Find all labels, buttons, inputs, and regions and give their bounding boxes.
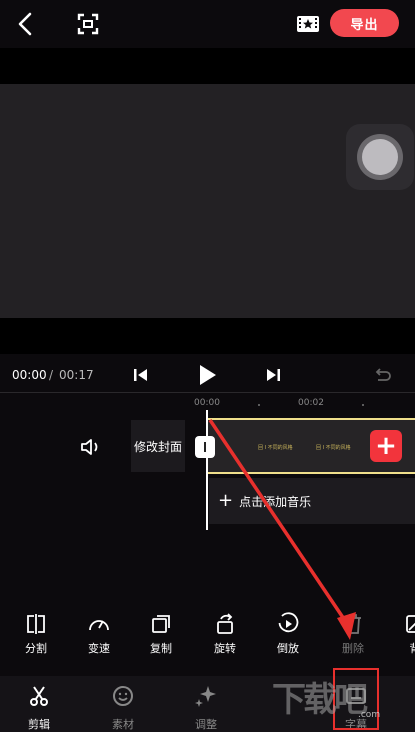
- sticker-icon: [113, 686, 133, 706]
- copy-icon: [152, 615, 170, 633]
- split-icon: [27, 614, 45, 634]
- clip-frame-text: 回 I 不同的风格: [258, 445, 293, 451]
- skip-forward-icon[interactable]: [262, 364, 284, 386]
- undo-icon[interactable]: [372, 364, 394, 386]
- reverse-icon: [278, 612, 299, 633]
- speed-icon: [89, 620, 109, 631]
- copy-button[interactable]: 复制: [136, 612, 186, 660]
- tab-adjust[interactable]: 调整: [181, 684, 231, 731]
- add-clip-button[interactable]: +: [370, 430, 402, 462]
- tab-material[interactable]: 素材: [98, 684, 148, 731]
- tool-label: 复制: [150, 642, 172, 655]
- watermark-domain: .com: [358, 710, 381, 720]
- delete-icon: [345, 614, 361, 634]
- video-preview[interactable]: [0, 84, 415, 318]
- ruler-tick-label: 00:02: [298, 398, 324, 408]
- trim-handle[interactable]: [195, 436, 215, 458]
- tab-label: 素材: [112, 718, 134, 731]
- time-separator: /: [49, 368, 54, 382]
- tool-label: 旋转: [214, 642, 236, 655]
- assistive-touch-button[interactable]: [346, 124, 414, 190]
- current-time: 00:00: [12, 368, 47, 382]
- rotate-button[interactable]: 旋转: [200, 612, 250, 660]
- reverse-button[interactable]: 倒放: [263, 612, 313, 660]
- ruler-dot: [362, 404, 364, 406]
- add-music-label: 点击添加音乐: [239, 494, 312, 509]
- tool-label: 分割: [25, 642, 47, 655]
- sparkle-icon: [195, 686, 216, 707]
- divider: [0, 392, 415, 393]
- skip-back-icon[interactable]: [130, 364, 152, 386]
- ruler-tick-label: 00:00: [194, 398, 220, 408]
- tab-label: 剪辑: [28, 718, 50, 731]
- tab-edit[interactable]: 剪辑: [14, 684, 64, 731]
- preview-letterbox-bottom: [0, 318, 415, 354]
- clip-frame-text: 回 I 不同的风格: [316, 445, 351, 451]
- edit-cover-button[interactable]: 修改封面: [131, 420, 185, 472]
- ruler-dot: [258, 404, 260, 406]
- speed-button[interactable]: 变速: [74, 612, 124, 660]
- add-music-track[interactable]: + 点击添加音乐: [209, 478, 415, 524]
- plus-icon: +: [218, 490, 234, 511]
- film-star-icon[interactable]: [292, 8, 324, 40]
- background-icon: [406, 615, 415, 633]
- delete-button[interactable]: 删除: [328, 612, 378, 660]
- watermark-logo: 下载吧: [272, 680, 368, 720]
- fullscreen-icon[interactable]: [72, 8, 104, 40]
- split-button[interactable]: 分割: [11, 612, 61, 660]
- tab-label: 调整: [195, 718, 217, 731]
- tool-label: 删除: [342, 642, 364, 655]
- scissors-icon: [30, 686, 48, 706]
- export-button[interactable]: 导出: [330, 9, 399, 37]
- preview-letterbox-top: [0, 48, 415, 84]
- back-icon[interactable]: [10, 8, 42, 40]
- tool-label: 背: [390, 640, 415, 656]
- play-icon[interactable]: [194, 362, 220, 388]
- playhead[interactable]: [206, 410, 208, 530]
- tool-label: 倒放: [277, 642, 299, 655]
- rotate-icon: [217, 613, 233, 634]
- total-time: 00:17: [59, 368, 94, 382]
- volume-icon[interactable]: [78, 434, 104, 460]
- assistive-dot: [362, 139, 398, 175]
- background-button[interactable]: 背: [390, 612, 415, 660]
- tool-label: 变速: [88, 642, 110, 655]
